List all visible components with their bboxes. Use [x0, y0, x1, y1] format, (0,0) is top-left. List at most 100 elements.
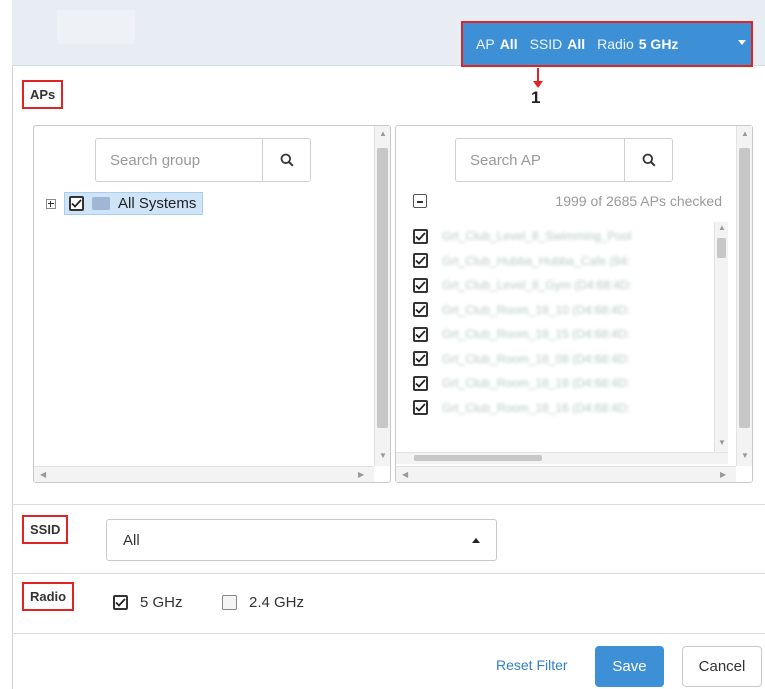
check-icon: [115, 598, 126, 607]
scroll-down-icon[interactable]: ▼: [379, 451, 387, 461]
ap-item-checkbox[interactable]: [413, 326, 428, 342]
filter-ssid-label: SSID: [529, 36, 563, 52]
divider: [12, 633, 765, 634]
divider: [12, 573, 765, 574]
check-icon: [415, 281, 426, 290]
scroll-left-icon[interactable]: ◀: [40, 470, 46, 480]
ap-item-checkbox[interactable]: [413, 253, 428, 269]
ap-search-input[interactable]: [456, 139, 624, 181]
filter-ssid-value: All: [567, 36, 586, 52]
tree-expand-icon[interactable]: [46, 198, 56, 209]
scroll-thumb[interactable]: [717, 238, 726, 258]
ap-item-name: Grt_Club_Room_18_16 (D4:68:4D:: [442, 400, 631, 415]
ap-list-panel: 1999 of 2685 APs checked Grt_Club_Level_…: [395, 125, 753, 483]
panel-left-border: [12, 66, 13, 689]
scroll-up-icon[interactable]: ▲: [718, 223, 726, 233]
search-icon: [280, 153, 294, 167]
ap-item-checkbox[interactable]: [413, 228, 428, 244]
ap-item-checkbox[interactable]: [413, 351, 428, 367]
list-item[interactable]: Grt_Club_Hubba_Hubba_Cafe (84:: [413, 249, 713, 274]
folder-icon: [92, 197, 110, 210]
tree-node-checkbox[interactable]: [69, 196, 84, 211]
ssid-section-label: SSID: [22, 515, 69, 544]
radio-5ghz-checkbox[interactable]: [113, 595, 128, 610]
ap-item-name: Grt_Club_Room_18_10 (D4:68:4D:: [442, 302, 631, 317]
ap-item-name: Grt_Club_Room_18_08 (D4:68:4D:: [442, 351, 631, 366]
list-item[interactable]: Grt_Club_Level_8_Swimming_Pool: [413, 224, 713, 249]
list-item[interactable]: Grt_Club_Room_18_10 (D4:68:4D:: [413, 298, 713, 323]
list-item[interactable]: Grt_Club_Room_18_16 (D4:68:4D:: [413, 396, 713, 421]
ap-panel-vscrollbar[interactable]: ▲ ▼: [736, 126, 752, 466]
list-item[interactable]: Grt_Club_Room_18_08 (D4:68:4D:: [413, 347, 713, 372]
filter-summary-button[interactable]: AP All SSID All Radio 5 GHz: [461, 21, 753, 67]
ap-item-name: Grt_Club_Room_18_18 (D4:68:4D:: [442, 376, 631, 391]
check-icon: [415, 403, 426, 413]
scroll-up-icon[interactable]: ▲: [741, 129, 749, 139]
ap-item-name: Grt_Club_Hubba_Hubba_Cafe (84:: [442, 253, 631, 268]
ap-item-name: Grt_Club_Room_18_15 (D4:68:4D:: [442, 327, 631, 342]
filter-ap-label: AP: [476, 36, 495, 52]
ap-search: [455, 138, 673, 182]
group-tree-vscrollbar[interactable]: ▲ ▼: [374, 126, 390, 466]
search-icon: [642, 153, 656, 167]
logo: [57, 10, 135, 44]
tree-node-label: All Systems: [118, 195, 197, 212]
radio-option-24ghz[interactable]: 2.4 GHz: [222, 594, 304, 611]
radio-24ghz-checkbox[interactable]: [222, 595, 237, 610]
divider: [12, 504, 765, 505]
radio-section-label: Radio: [22, 582, 75, 611]
group-search-button[interactable]: [262, 139, 310, 181]
ap-item-checkbox[interactable]: [413, 302, 428, 318]
check-icon: [71, 199, 82, 208]
tree-node-all-systems[interactable]: All Systems: [46, 192, 204, 215]
save-button[interactable]: Save: [595, 646, 664, 687]
ap-panel-hscrollbar[interactable]: ◀ ▶: [396, 466, 736, 482]
ap-count-text: 1999 of 2685 APs checked: [555, 193, 722, 209]
scroll-thumb[interactable]: [739, 148, 750, 428]
check-icon: [415, 379, 426, 388]
group-tree-hscrollbar[interactable]: ◀ ▶: [34, 466, 374, 482]
scroll-down-icon[interactable]: ▼: [741, 451, 749, 461]
check-icon: [415, 354, 426, 364]
ap-search-button[interactable]: [624, 139, 672, 181]
ap-list: Grt_Club_Level_8_Swimming_Pool Grt_Club_H…: [413, 224, 713, 450]
ap-item-checkbox[interactable]: [413, 375, 428, 391]
filter-radio-label: Radio: [597, 36, 634, 52]
reset-filter-link[interactable]: Reset Filter: [496, 657, 568, 673]
check-icon: [415, 305, 426, 315]
ssid-selected-value: All: [123, 531, 140, 549]
list-item[interactable]: Grt_Club_Level_8_Gym (D4:68:4D:: [413, 273, 713, 298]
cancel-button[interactable]: Cancel: [682, 646, 762, 687]
ap-list-inner-vscrollbar[interactable]: ▲ ▼: [714, 222, 728, 452]
scroll-left-icon[interactable]: ◀: [402, 470, 408, 480]
scroll-right-icon[interactable]: ▶: [358, 470, 364, 480]
collapse-all-icon[interactable]: [413, 194, 427, 208]
check-icon: [415, 330, 426, 339]
scroll-thumb[interactable]: [377, 148, 388, 428]
scroll-up-icon[interactable]: ▲: [379, 129, 387, 139]
scroll-thumb[interactable]: [414, 455, 542, 461]
callout-arrow-icon: [533, 81, 543, 88]
ap-item-name: Grt_Club_Level_8_Swimming_Pool: [442, 229, 632, 244]
list-item[interactable]: Grt_Club_Room_18_18 (D4:68:4D:: [413, 371, 713, 396]
ap-list-header: 1999 of 2685 APs checked: [413, 193, 722, 209]
caret-up-icon: [472, 538, 480, 543]
ap-list-inner-hscrollbar[interactable]: [396, 452, 728, 464]
check-icon: [415, 232, 426, 241]
ssid-select[interactable]: All: [106, 519, 497, 561]
scroll-down-icon[interactable]: ▼: [718, 438, 726, 448]
ap-item-name: Grt_Club_Level_8_Gym (D4:68:4D:: [442, 278, 633, 293]
ap-item-checkbox[interactable]: [413, 277, 428, 293]
aps-section-label: APs: [22, 80, 64, 109]
filter-radio-value: 5 GHz: [638, 36, 679, 52]
tree-node-selected[interactable]: All Systems: [64, 192, 204, 215]
scroll-right-icon[interactable]: ▶: [720, 470, 726, 480]
callout-line: [537, 68, 539, 82]
list-item[interactable]: Grt_Club_Room_18_15 (D4:68:4D:: [413, 322, 713, 347]
radio-option-5ghz[interactable]: 5 GHz: [113, 594, 183, 611]
ap-item-checkbox[interactable]: [413, 400, 428, 416]
radio-5ghz-label: 5 GHz: [140, 594, 183, 611]
callout-number: 1: [531, 88, 541, 107]
filter-ap-value: All: [499, 36, 518, 52]
group-search-input[interactable]: [96, 139, 262, 181]
